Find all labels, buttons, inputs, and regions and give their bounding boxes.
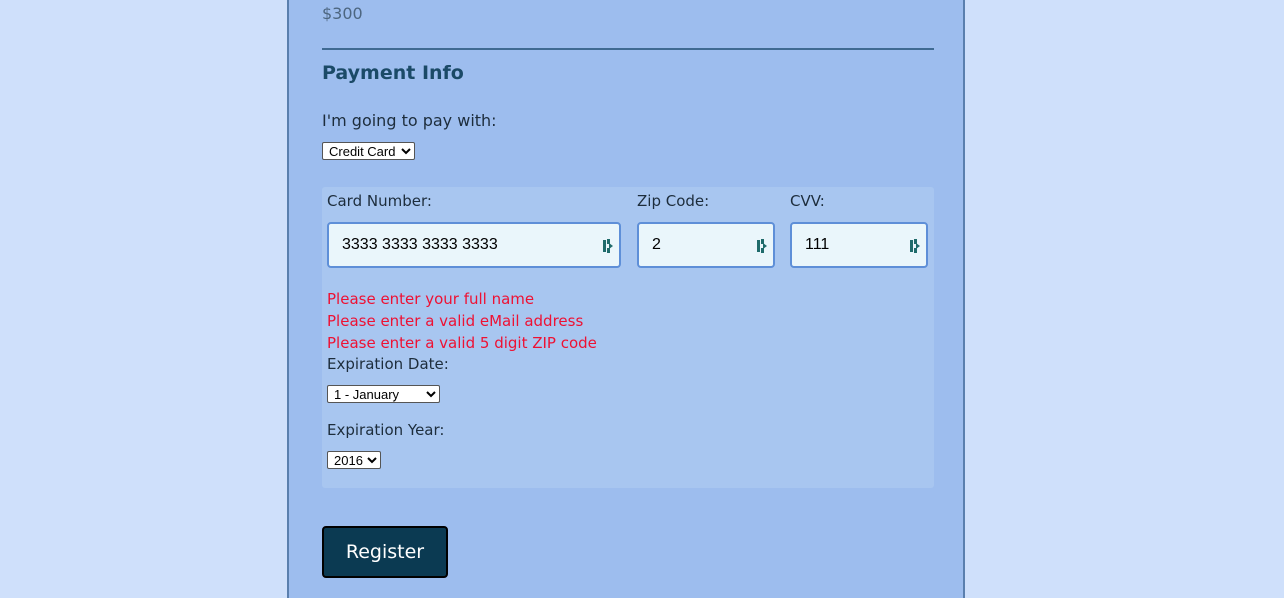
payment-method-select[interactable]: Credit Card [322,142,415,160]
expiration-year-select[interactable]: 2016 [327,451,381,469]
register-button[interactable]: Register [322,526,448,578]
cvv-value: 111 [805,236,830,253]
error-zip: Please enter a valid 5 digit ZIP code [327,334,597,352]
credit-card-panel: Card Number: Zip Code: CVV: 3333 3333 33… [322,187,934,488]
cvv-label: CVV: [790,192,825,210]
error-email: Please enter a valid eMail address [327,312,584,330]
payment-info-title: Payment Info [322,62,464,84]
registration-form: $300 Payment Info I'm going to pay with:… [287,0,965,598]
total-price: $300 [322,4,363,23]
card-number-input[interactable]: 3333 3333 3333 3333 [327,222,621,268]
error-name: Please enter your full name [327,290,535,308]
section-divider [322,48,934,50]
zip-code-value: 2 [652,236,661,253]
expiration-year-label: Expiration Year: [327,421,445,439]
password-manager-icon[interactable] [602,238,614,254]
expiration-month-select[interactable]: 1 - January [327,385,440,403]
card-number-value: 3333 3333 3333 3333 [342,236,498,253]
zip-code-label: Zip Code: [637,192,710,210]
expiration-date-label: Expiration Date: [327,355,449,373]
zip-code-input[interactable]: 2 [637,222,775,268]
card-number-label: Card Number: [327,192,432,210]
validation-errors: Please enter your full name Please enter… [327,288,597,354]
password-manager-icon[interactable] [909,238,921,254]
password-manager-icon[interactable] [756,238,768,254]
pay-with-label: I'm going to pay with: [322,111,497,130]
cvv-input[interactable]: 111 [790,222,928,268]
